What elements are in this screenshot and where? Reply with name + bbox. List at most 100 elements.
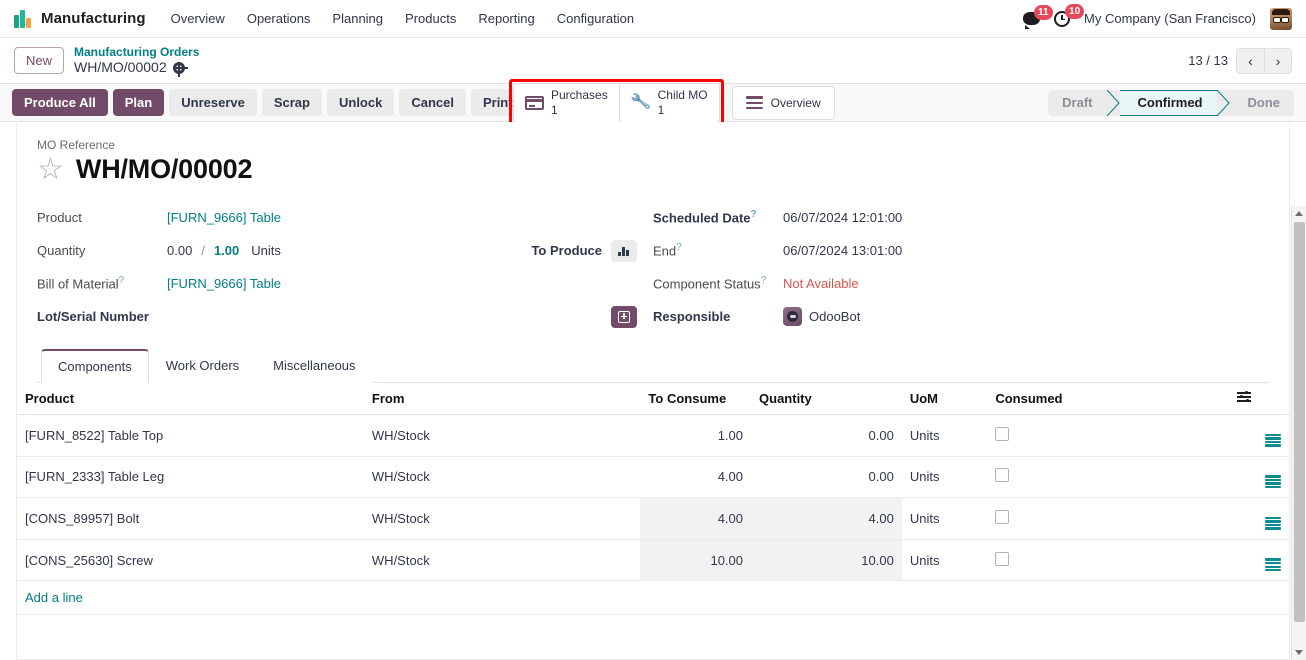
cell-from[interactable]: WH/Stock (363, 456, 641, 499)
cell-to-consume[interactable]: 4.00 (640, 456, 752, 499)
vertical-scrollbar[interactable] (1291, 206, 1306, 660)
consumed-checkbox[interactable] (995, 510, 1010, 525)
component-status-label: Component Status? (653, 275, 783, 291)
status-done[interactable]: Done (1230, 90, 1295, 116)
scroll-down-button[interactable] (1292, 645, 1306, 660)
pager-previous-button[interactable]: ‹ (1236, 47, 1264, 74)
odoo-logo-icon (14, 9, 33, 28)
menu-item-operations[interactable]: Operations (236, 3, 322, 34)
cancel-button[interactable]: Cancel (399, 89, 466, 116)
plan-button[interactable]: Plan (112, 89, 165, 116)
responsible-value-wrap[interactable]: OdooBot (783, 307, 860, 326)
forecast-report-button[interactable] (611, 239, 637, 262)
cell-consumed[interactable] (987, 414, 1229, 457)
menu-item-configuration[interactable]: Configuration (546, 3, 645, 34)
scrap-button[interactable]: Scrap (261, 89, 322, 116)
gear-icon[interactable] (172, 61, 189, 78)
tab-miscellaneous[interactable]: Miscellaneous (256, 349, 373, 383)
table-row[interactable]: [FURN_2333] Table Leg WH/Stock 4.00 0.00… (17, 456, 1289, 499)
smart-button-purchases[interactable]: Purchases 1 (514, 84, 619, 122)
messages-button[interactable]: 11 (1023, 5, 1053, 29)
breadcrumb-parent[interactable]: Manufacturing Orders (74, 45, 199, 59)
cell-detail[interactable] (1228, 539, 1289, 582)
company-switcher[interactable]: My Company (San Francisco) (1084, 11, 1256, 26)
new-button[interactable]: New (14, 47, 65, 74)
column-header-quantity[interactable]: Quantity (751, 383, 902, 415)
cell-to-consume[interactable]: 1.00 (640, 414, 752, 457)
cell-consumed[interactable] (987, 497, 1229, 540)
cell-from[interactable]: WH/Stock (363, 539, 641, 582)
app-brand[interactable]: Manufacturing (14, 9, 146, 28)
cell-quantity[interactable]: 10.00 (751, 539, 902, 582)
quantity-done-value[interactable]: 0.00 (167, 243, 192, 258)
status-draft[interactable]: Draft (1048, 90, 1106, 116)
cell-quantity[interactable]: 4.00 (751, 497, 902, 540)
help-icon[interactable]: ? (676, 242, 682, 253)
detailed-operations-icon[interactable] (1265, 433, 1281, 447)
consumed-checkbox[interactable] (995, 468, 1010, 483)
column-header-consumed[interactable]: Consumed (987, 383, 1229, 415)
generate-serial-button[interactable] (611, 305, 637, 328)
scheduled-date-value[interactable]: 06/07/2024 12:01:00 (783, 210, 902, 225)
scrollbar-thumb[interactable] (1294, 222, 1305, 622)
cell-quantity[interactable]: 0.00 (751, 414, 902, 457)
cell-product[interactable]: [CONS_25630] Screw (17, 539, 364, 582)
cell-uom[interactable]: Units (901, 539, 988, 582)
menu-item-products[interactable]: Products (394, 3, 467, 34)
consumed-checkbox[interactable] (995, 551, 1010, 566)
column-header-product[interactable]: Product (17, 383, 364, 415)
produce-all-button[interactable]: Produce All (12, 89, 108, 116)
cell-detail[interactable] (1228, 456, 1289, 499)
favorite-star-icon[interactable]: ☆ (37, 154, 64, 185)
column-header-to-consume[interactable]: To Consume (640, 383, 752, 415)
detailed-operations-icon[interactable] (1265, 516, 1281, 530)
cell-consumed[interactable] (987, 456, 1229, 499)
bom-value[interactable]: [FURN_9666] Table (167, 276, 281, 291)
tab-components[interactable]: Components (41, 349, 149, 383)
cell-from[interactable]: WH/Stock (363, 414, 641, 457)
user-avatar[interactable] (1270, 7, 1292, 30)
overview-button[interactable]: Overview (731, 85, 835, 120)
cell-from[interactable]: WH/Stock (363, 497, 641, 540)
product-value[interactable]: [FURN_9666] Table (167, 210, 281, 225)
quantity-total-value[interactable]: 1.00 (214, 243, 239, 258)
cell-to-consume[interactable]: 10.00 (640, 539, 752, 582)
cell-uom[interactable]: Units (901, 414, 988, 457)
menu-item-reporting[interactable]: Reporting (467, 3, 545, 34)
activities-button[interactable]: 10 (1054, 3, 1085, 27)
table-row[interactable]: [CONS_89957] Bolt WH/Stock 4.00 4.00 Uni… (17, 497, 1289, 540)
table-row[interactable]: [FURN_8522] Table Top WH/Stock 1.00 0.00… (17, 414, 1289, 457)
cell-product[interactable]: [CONS_89957] Bolt (17, 497, 364, 540)
cell-uom[interactable]: Units (901, 497, 988, 540)
add-a-line-link[interactable]: Add a line (25, 590, 83, 605)
cell-uom[interactable]: Units (901, 456, 988, 499)
consumed-checkbox[interactable] (995, 426, 1010, 441)
unreserve-button[interactable]: Unreserve (169, 89, 257, 116)
column-header-uom[interactable]: UoM (901, 383, 988, 415)
column-header-from[interactable]: From (363, 383, 641, 415)
detailed-operations-icon[interactable] (1265, 558, 1281, 572)
tab-work-orders[interactable]: Work Orders (148, 349, 257, 383)
end-value[interactable]: 06/07/2024 13:01:00 (783, 243, 902, 258)
detailed-operations-icon[interactable] (1265, 475, 1281, 489)
cell-quantity[interactable]: 0.00 (751, 456, 902, 499)
cell-consumed[interactable] (987, 539, 1229, 582)
table-row[interactable]: [CONS_25630] Screw WH/Stock 10.00 10.00 … (17, 539, 1289, 582)
pager-next-button[interactable]: › (1264, 47, 1292, 74)
help-icon[interactable]: ? (761, 275, 767, 286)
menu-item-planning[interactable]: Planning (321, 3, 394, 34)
scroll-up-button[interactable] (1292, 206, 1306, 221)
add-line-row[interactable]: Add a line (17, 580, 1289, 616)
cell-detail[interactable] (1228, 497, 1289, 540)
cell-product[interactable]: [FURN_8522] Table Top (17, 414, 364, 457)
smart-button-child-mo[interactable]: 🔧 Child MO 1 (618, 84, 719, 122)
cell-product[interactable]: [FURN_2333] Table Leg (17, 456, 364, 499)
unlock-button[interactable]: Unlock (326, 89, 395, 116)
help-icon[interactable]: ? (751, 209, 757, 220)
help-icon[interactable]: ? (119, 275, 125, 286)
cell-to-consume[interactable]: 4.00 (640, 497, 752, 540)
menu-item-overview[interactable]: Overview (160, 3, 236, 34)
status-confirmed[interactable]: Confirmed (1119, 89, 1217, 116)
optional-columns-button[interactable] (1228, 383, 1289, 415)
cell-detail[interactable] (1228, 414, 1289, 457)
